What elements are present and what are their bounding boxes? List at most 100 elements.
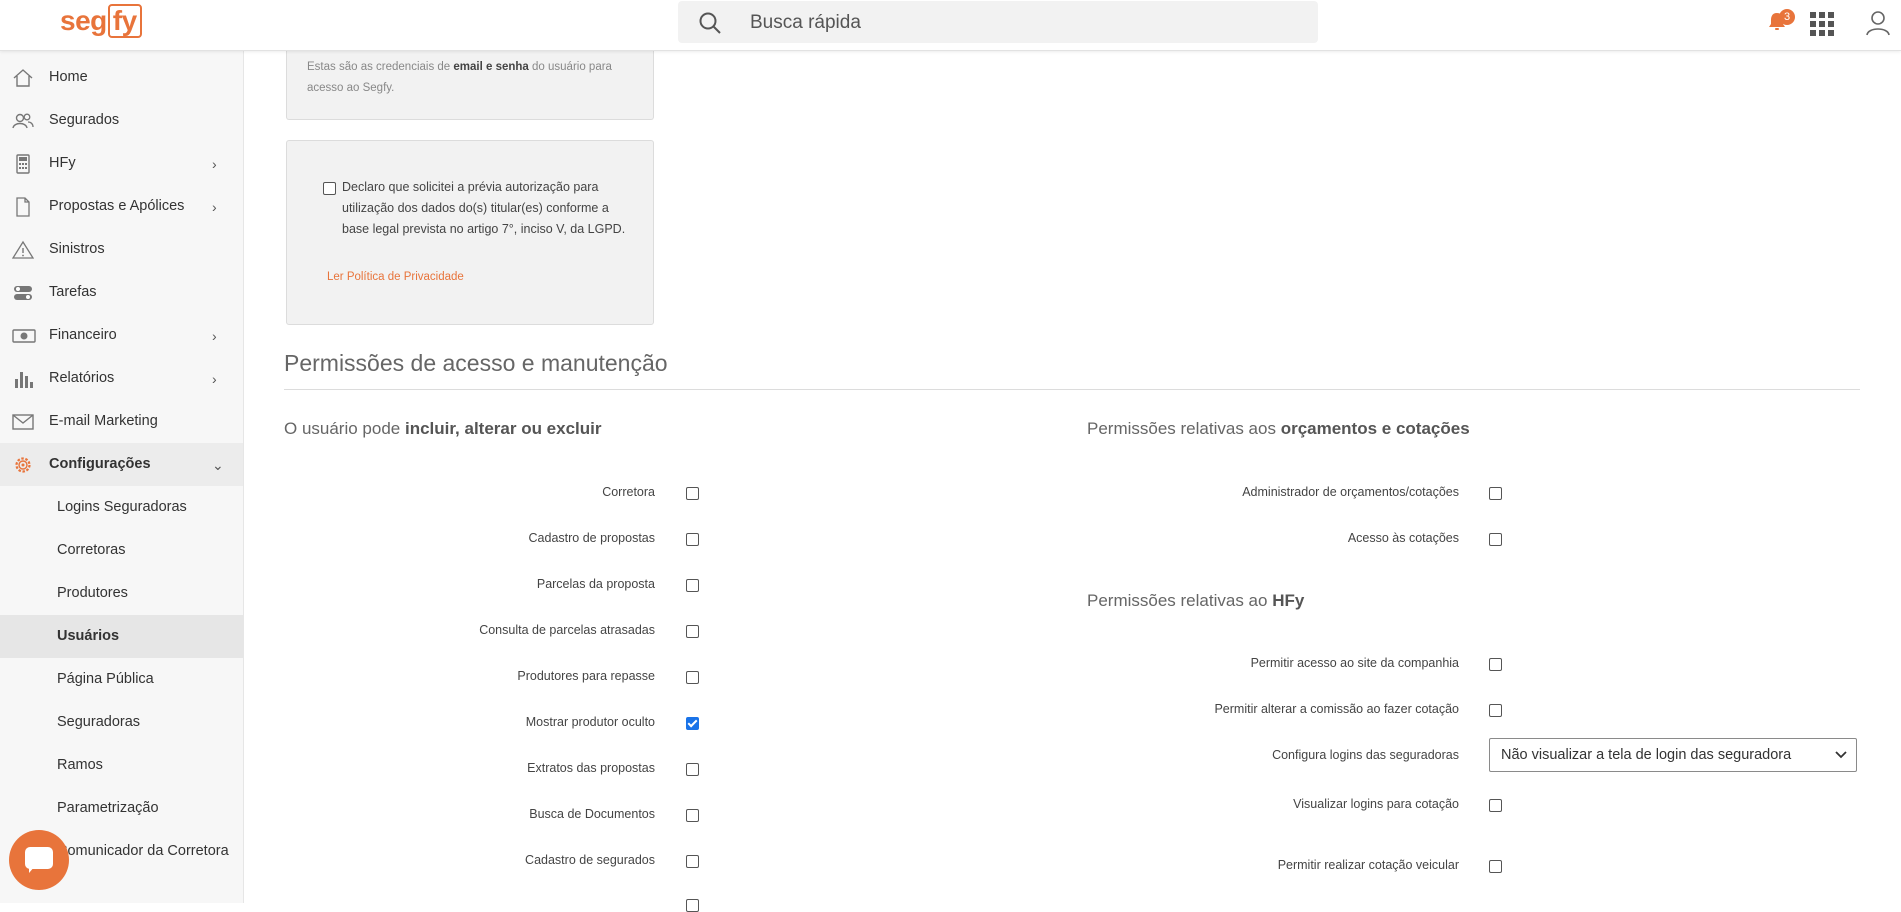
user-menu-button[interactable]	[1866, 10, 1890, 36]
perm-checkbox-corretora[interactable]	[686, 487, 699, 500]
perm-label: Permitir acesso ao site da companhia	[1250, 656, 1459, 670]
perm-checkbox-alterar-comissao[interactable]	[1489, 704, 1502, 717]
sidebar-subitem-label: Comunicador da Corretora	[57, 843, 229, 859]
perm-checkbox-cadastro-segurados[interactable]	[686, 855, 699, 868]
sidebar-item-email-marketing[interactable]: E-mail Marketing	[0, 400, 243, 443]
logins-config-select[interactable]: Não visualizar a tela de login das segur…	[1489, 738, 1857, 772]
sidebar-item-configuracoes[interactable]: Configurações ⌄	[0, 443, 243, 486]
sidebar-item-segurados[interactable]: Segurados	[0, 99, 243, 142]
perm-checkbox-busca-documentos[interactable]	[686, 809, 699, 822]
perm-checkbox-site-companhia[interactable]	[1489, 658, 1502, 671]
document-icon	[12, 197, 34, 217]
credentials-info-text: Estas são as credenciais de email e senh…	[307, 61, 612, 94]
sidebar-item-label: Segurados	[49, 112, 120, 128]
perm-checkbox-cadastro-propostas[interactable]	[686, 533, 699, 546]
perm-label: Acesso às cotações	[1347, 531, 1459, 545]
notifications-button[interactable]: 3	[1766, 9, 1795, 34]
sidebar-item-label: E-mail Marketing	[49, 413, 158, 429]
sidebar-subitem-logins-seguradoras[interactable]: Logins Seguradoras	[0, 486, 243, 529]
perm-label: Corretora	[602, 485, 655, 499]
chevron-right-icon: ›	[212, 371, 217, 387]
users-icon	[12, 111, 34, 131]
sidebar-subitem-seguradoras[interactable]: Seguradoras	[0, 701, 243, 744]
sidebar-subitem-label: Página Pública	[57, 671, 154, 687]
perm-checkbox-visualizar-logins[interactable]	[1489, 799, 1502, 812]
segfy-logo[interactable]: seg fy	[60, 4, 142, 38]
perm-label: Produtores para repasse	[517, 669, 655, 683]
sidebar-subitem-label: Usuários	[57, 628, 120, 644]
sidebar-item-sinistros[interactable]: Sinistros	[0, 228, 243, 271]
perm-checkbox-produtores-repasse[interactable]	[686, 671, 699, 684]
sidebar-item-label: Financeiro	[49, 327, 117, 343]
search-input[interactable]	[748, 7, 1302, 39]
top-bar: segfy 3	[0, 0, 1901, 51]
sidebar-subitem-produtores[interactable]: Produtores	[0, 572, 243, 615]
sidebar-subitem-label: Produtores	[57, 585, 128, 601]
perm-checkbox-acesso-cotacoes[interactable]	[1489, 533, 1502, 546]
chevron-down-icon	[1834, 747, 1848, 766]
sidebar-item-propostas[interactable]: Propostas e Apólices ›	[0, 185, 243, 228]
sidebar-item-tarefas[interactable]: Tarefas	[0, 271, 243, 314]
chevron-right-icon: ›	[212, 328, 217, 344]
perm-label: Configura logins das seguradoras	[1272, 748, 1459, 762]
perm-label: Administrador de orçamentos/cotações	[1242, 485, 1459, 499]
sidebar-subitem-label: Logins Seguradoras	[57, 499, 187, 515]
sidebar-item-hfy[interactable]: HFy ›	[0, 142, 243, 185]
sidebar-item-label: Sinistros	[49, 241, 105, 257]
consent-text: Declaro que solicitei a prévia autorizaç…	[342, 180, 626, 236]
sidebar-item-financeiro[interactable]: Financeiro ›	[0, 314, 243, 357]
sidebar-item-label: Relatórios	[49, 370, 115, 386]
left-permissions-title: O usuário pode incluir, alterar ou exclu…	[284, 419, 602, 438]
sidebar-subitem-label: Ramos	[57, 757, 103, 773]
notification-badge: 3	[1779, 9, 1795, 25]
sidebar-item-relatorios[interactable]: Relatórios ›	[0, 357, 243, 400]
perm-checkbox-cotacao-veicular[interactable]	[1489, 860, 1502, 873]
gear-icon	[12, 455, 34, 475]
sidebar-item-label: Tarefas	[49, 284, 97, 300]
section-divider	[284, 389, 1860, 390]
perm-checkbox-admin-orcamentos[interactable]	[1489, 487, 1502, 500]
perm-checkbox-parcelas-proposta[interactable]	[686, 579, 699, 592]
perm-label: Cadastro de segurados	[525, 853, 655, 867]
select-value: Não visualizar a tela de login das segur…	[1501, 747, 1792, 763]
perm-label: Consulta de parcelas atrasadas	[479, 623, 655, 637]
sidebar-subitem-label: Seguradoras	[57, 714, 141, 730]
perm-label: Permitir alterar a comissão ao fazer cot…	[1214, 702, 1459, 716]
warning-icon	[11, 240, 35, 260]
search-icon	[698, 11, 722, 40]
logo-text-fy: fy	[107, 4, 142, 38]
mail-icon	[12, 412, 34, 432]
chevron-down-icon: ⌄	[212, 457, 224, 473]
perm-label: Parcelas da proposta	[536, 577, 655, 591]
home-icon	[12, 68, 34, 88]
privacy-policy-link[interactable]: Ler Política de Privacidade	[327, 271, 464, 283]
sidebar-subitem-label: Parametrização	[57, 800, 159, 816]
sidebar-subitem-usuarios[interactable]: Usuários	[0, 615, 243, 658]
chevron-right-icon: ›	[212, 156, 217, 172]
consent-checkbox[interactable]	[323, 182, 336, 195]
user-icon	[1866, 11, 1890, 40]
consent-card: Declaro que solicitei a prévia autorizaç…	[286, 140, 654, 325]
perm-checkbox-partial[interactable]	[686, 899, 699, 912]
money-icon	[12, 326, 36, 346]
perm-checkbox-produtor-oculto[interactable]	[686, 717, 699, 730]
sidebar-subitem-parametrizacao[interactable]: Parametrização	[0, 787, 243, 830]
sidebar-item-label: HFy	[49, 155, 76, 171]
perm-checkbox-parcelas-atrasadas[interactable]	[686, 625, 699, 638]
permissions-section-title: Permissões de acesso e manutenção	[284, 350, 668, 376]
perm-label: Cadastro de propostas	[528, 531, 655, 545]
apps-button[interactable]	[1810, 12, 1834, 36]
bar-chart-icon	[12, 369, 34, 389]
calculator-icon	[12, 154, 34, 174]
sidebar-subitem-pagina-publica[interactable]: Página Pública	[0, 658, 243, 701]
sidebar-item-home[interactable]: Home	[0, 56, 243, 99]
sidebar-subitem-ramos[interactable]: Ramos	[0, 744, 243, 787]
tasks-icon	[12, 283, 34, 303]
chat-button[interactable]	[9, 830, 69, 890]
sidebar-item-label: Home	[49, 69, 88, 85]
credentials-info-card: Estas são as credenciais de email e senh…	[286, 40, 654, 120]
search-bar[interactable]	[678, 1, 1318, 43]
perm-label: Visualizar logins para cotação	[1293, 797, 1459, 811]
perm-checkbox-extratos[interactable]	[686, 763, 699, 776]
sidebar-subitem-corretoras[interactable]: Corretoras	[0, 529, 243, 572]
